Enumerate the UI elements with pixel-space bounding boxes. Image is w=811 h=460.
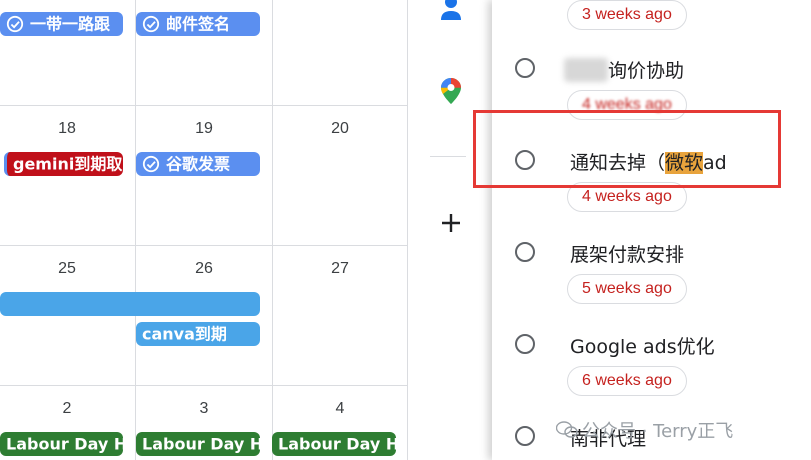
calendar-event-email-signature[interactable]: 邮件签名 — [136, 12, 260, 36]
day-number[interactable]: 3 — [184, 400, 224, 418]
task-complete-checkbox[interactable] — [515, 58, 535, 78]
calendar-event-labour-day[interactable]: Labour Day Ho — [0, 432, 123, 456]
task-check-icon — [142, 155, 160, 172]
calendar-event-labour-day[interactable]: Labour Day Ho — [136, 432, 260, 456]
day-number[interactable]: 20 — [320, 120, 360, 138]
task-complete-checkbox[interactable] — [515, 334, 535, 354]
annotation-highlight-box — [473, 110, 781, 188]
event-label: 邮件签名 — [166, 14, 231, 34]
task-title[interactable]: 询价协助 — [608, 56, 684, 83]
event-label: gemini到期取 — [13, 154, 123, 174]
task-title[interactable]: 展架付款安排 — [570, 240, 684, 267]
grid-line — [135, 0, 136, 460]
calendar-event-belt-road[interactable]: 一带一路跟 — [0, 12, 123, 36]
day-number[interactable]: 18 — [47, 120, 87, 138]
tasks-panel: 3 weeks ago 询价协助 4 weeks ago 通知去掉（微软ad 4… — [492, 0, 811, 460]
calendar-event-google-invoice[interactable]: 谷歌发票 — [136, 152, 260, 176]
calendar-month-grid: 一带一路跟 邮件签名 18 19 20 gemini到期取 谷歌发票 25 26… — [0, 0, 408, 460]
grid-line — [0, 105, 408, 106]
side-divider — [430, 156, 466, 157]
task-complete-checkbox[interactable] — [515, 242, 535, 262]
grid-line — [0, 385, 408, 386]
task-title[interactable]: Google ads优化 — [570, 332, 715, 359]
app-root: 一带一路跟 邮件签名 18 19 20 gemini到期取 谷歌发票 25 26… — [0, 0, 811, 460]
task-due-chip[interactable]: 3 weeks ago — [567, 0, 687, 30]
day-number[interactable]: 2 — [47, 400, 87, 418]
watermark: 公众号 · Terry正飞 — [555, 417, 734, 443]
grid-line — [0, 245, 408, 246]
redacted-text — [564, 58, 608, 82]
event-label: 谷歌发票 — [166, 154, 231, 174]
task-complete-checkbox[interactable] — [515, 426, 535, 446]
side-panel-launcher — [408, 0, 492, 460]
wechat-icon — [555, 421, 578, 438]
event-label: Labour Day Ho — [278, 434, 396, 454]
task-due-chip[interactable]: 5 weeks ago — [567, 274, 687, 304]
event-label: Labour Day Ho — [6, 434, 123, 454]
day-number[interactable]: 26 — [184, 260, 224, 278]
watermark-text: 公众号 · Terry正飞 — [582, 421, 734, 442]
day-number[interactable]: 19 — [184, 120, 224, 138]
task-due-chip[interactable]: 6 weeks ago — [567, 366, 687, 396]
event-label: Labour Day Ho — [142, 434, 260, 454]
calendar-event-canva-expiry[interactable]: canva到期 — [136, 322, 260, 346]
grid-line — [272, 0, 273, 460]
plus-icon[interactable] — [440, 212, 462, 234]
day-number[interactable]: 25 — [47, 260, 87, 278]
event-label: 一带一路跟 — [30, 14, 111, 34]
calendar-event-labour-day[interactable]: Labour Day Ho — [272, 432, 396, 456]
contacts-icon[interactable] — [440, 0, 462, 20]
task-check-icon — [6, 15, 24, 32]
google-maps-icon[interactable] — [441, 78, 461, 104]
day-number[interactable]: 4 — [320, 400, 360, 418]
event-label: canva到期 — [142, 324, 227, 344]
calendar-event-multiday-bar[interactable] — [0, 292, 260, 316]
task-check-icon — [142, 15, 160, 32]
day-number[interactable]: 27 — [320, 260, 360, 278]
calendar-event-gemini-expiry[interactable]: gemini到期取 — [4, 152, 123, 176]
